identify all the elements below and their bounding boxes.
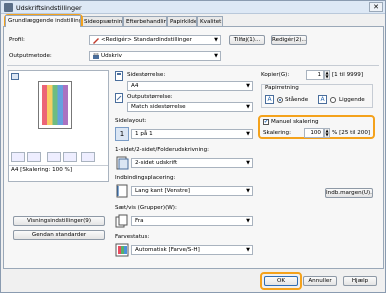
color-mode-value: Automatisk [Farve/S-H] [135,247,200,253]
color-mode-label: Farvestatus: [115,234,150,240]
binding-value: Lang kant [Venstre] [135,188,190,194]
view-layout-button[interactable] [63,152,77,162]
scaling-label: Skalering: [263,130,291,136]
copies-range: [1 til 9999] [332,72,364,78]
profile-select[interactable]: <Redigér> Standardindstillinger ▼ [89,35,221,45]
copies-label: Kopier(G): [261,72,290,78]
copies-input[interactable]: 1 [306,70,324,80]
duplex-label: 1-sidet/2-sidet/Folderudskrivning: [115,147,210,153]
color-mode-select[interactable]: Automatisk [Farve/S-H] ▼ [131,245,253,255]
page-size-value: A4 [131,83,139,89]
chevron-down-icon: ▼ [246,83,250,89]
view-single-page-button[interactable] [11,152,25,162]
output-size-icon [115,93,123,103]
duplex-select[interactable]: 2-sidet udskrift ▼ [131,158,253,168]
landscape-icon: A [318,95,327,104]
preview-page [38,81,72,129]
collate-label: Sæt/vis (Grupper)(W): [115,205,177,211]
ok-button[interactable]: OK [264,276,298,286]
page-size-icon [115,71,123,81]
collate-value: Fra [135,218,144,224]
landscape-label: Liggende [339,97,365,103]
print-preview: A4 [Skalering: 100 %] [8,70,109,182]
collate-select[interactable]: Fra ▼ [131,216,253,226]
preview-mode-icon[interactable] [11,73,19,80]
output-method-select[interactable]: Udskriv ▼ [89,51,221,61]
scaling-input[interactable]: 100 [304,128,324,138]
page-layout-label: Sidelayout: [115,118,147,124]
binding-margin-button[interactable]: Indb.margen(U)... [325,188,373,198]
view-settings-button[interactable]: Visningsindstillinger(9) [13,216,105,226]
title-bar: Udskriftsindstillinger ✕ [1,1,385,14]
chevron-down-icon: ▼ [246,131,250,137]
output-size-select[interactable]: Match sidestørrelse ▼ [127,102,253,112]
tab-basic-settings[interactable]: Grundlæggende indstillinger [5,15,81,27]
add-profile-button[interactable]: Tilføj(1)... [229,35,265,45]
layout-1up-icon: 1 [115,127,129,141]
chevron-down-icon: ▼ [246,160,250,166]
view-two-pages-button[interactable] [27,152,41,162]
scaling-value: 100 [310,130,321,136]
collate-icon [115,214,128,228]
landscape-radio[interactable] [330,97,336,103]
duplex-icon [116,156,129,170]
help-button[interactable]: Hjælp [343,276,377,286]
printer-icon [93,53,99,59]
binding-icon [116,184,128,198]
profile-label: Profil: [9,37,25,43]
chevron-down-icon: ▼ [246,218,250,224]
chevron-down-icon: ▼ [214,53,218,59]
output-size-value: Match sidestørrelse [131,104,186,110]
manual-scaling-checkbox[interactable]: ✔ [263,119,269,125]
preview-caption: A4 [Skalering: 100 %] [9,165,108,173]
close-button[interactable]: ✕ [369,2,383,12]
chevron-down-icon: ▼ [246,104,250,110]
view-info-button[interactable] [81,152,95,162]
divider [7,65,379,66]
restore-defaults-button[interactable]: Gendan standarder [13,230,105,240]
output-size-label: Outputstørrelse: [127,94,173,100]
portrait-radio[interactable] [277,97,283,103]
window-title: Udskriftsindstillinger [16,4,82,12]
output-method-value: Udskriv [101,53,122,59]
print-settings-window: Udskriftsindstillinger ✕ Grundlæggende i… [0,0,386,293]
chevron-down-icon: ▼ [214,37,218,43]
portrait-label: Stående [285,97,309,103]
scaling-range: % [25 til 200] [332,130,371,136]
output-method-label: Outputmetode: [9,53,52,59]
preview-view-buttons [11,152,107,162]
color-mode-icon [115,243,129,257]
profile-value: <Redigér> Standardindstillinger [101,37,192,43]
cancel-button[interactable]: Annuller [303,276,337,286]
portrait-icon: A [265,95,274,104]
orientation-label: Papirretning [264,85,300,91]
manual-scaling-label: Manuel skalering [271,119,319,125]
copies-value: 1 [317,72,321,78]
binding-select[interactable]: Lang kant [Venstre] ▼ [131,186,253,196]
scaling-stepper[interactable]: ▲ ▼ [324,128,330,138]
chevron-down-icon: ▼ [246,188,250,194]
view-zoom-button[interactable] [47,152,61,162]
binding-label: Indbindingsplacering: [115,175,176,181]
pencil-icon [93,38,99,44]
page-size-select[interactable]: A4 ▼ [127,81,253,91]
copies-stepper[interactable]: ▲ ▼ [324,70,330,80]
page-size-label: Sidestørrelse: [127,72,166,78]
page-layout-select[interactable]: 1 på 1 ▼ [131,129,253,139]
edit-profile-button[interactable]: Redigér(2)... [271,35,307,45]
page-layout-value: 1 på 1 [135,131,153,137]
chevron-down-icon: ▼ [246,247,250,253]
duplex-value: 2-sidet udskrift [135,160,178,166]
printer-app-icon [4,3,13,12]
